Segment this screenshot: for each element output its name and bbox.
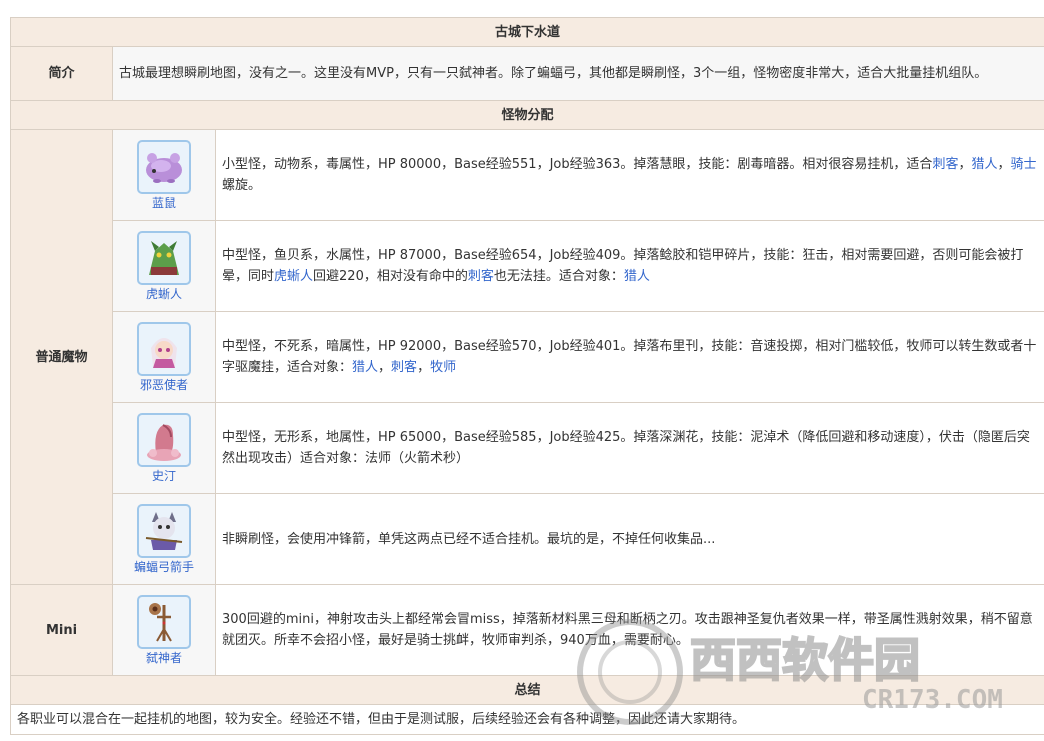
monster-description: 非瞬刷怪，会使用冲锋箭，单凭这两点已经不适合挂机。最坑的是，不掉任何收集品... (216, 494, 1044, 585)
monster-cell: 虎蜥人 (113, 221, 216, 312)
monster-name-link[interactable]: 邪恶使者 (113, 377, 215, 394)
monsters-section-row: 怪物分配 (11, 101, 1044, 130)
monster-cell: 蓝鼠 (113, 130, 216, 221)
monster-desc-text: 螺旋。 (222, 178, 261, 193)
job-link-priest[interactable]: 牧师 (430, 360, 456, 375)
intro-label: 简介 (11, 47, 113, 101)
job-link-assassin[interactable]: 刺客 (468, 269, 494, 284)
monster-row: 史汀 中型怪，无形系，地属性，HP 65000，Base经验585，Job经验4… (11, 403, 1044, 494)
monster-name-link[interactable]: 蝙蝠弓箭手 (113, 559, 215, 576)
summary-title: 总结 (11, 676, 1044, 705)
monster-desc-text: 中型怪，不死系，暗属性，HP 92000，Base经验570，Job经验401。… (222, 339, 1036, 375)
monster-row: 蝙蝠弓箭手 非瞬刷怪，会使用冲锋箭，单凭这两点已经不适合挂机。最坑的是，不掉任何… (11, 494, 1044, 585)
monsters-section-title: 怪物分配 (11, 101, 1044, 130)
monster-desc-text: ， (378, 360, 391, 375)
godslayer-icon[interactable] (137, 595, 191, 649)
stinger-slime-icon[interactable] (137, 413, 191, 467)
tiger-lizard-icon[interactable] (137, 231, 191, 285)
monster-description: 小型怪，动物系，毒属性，HP 80000，Base经验551，Job经验363。… (216, 130, 1044, 221)
summary-row: 各职业可以混合在一起挂机的地图，较为安全。经验还不错，但由于是测试服，后续经验还… (11, 705, 1044, 735)
monster-row: 虎蜥人 中型怪，鱼贝系，水属性，HP 87000，Base经验654，Job经验… (11, 221, 1044, 312)
monster-description: 中型怪，不死系，暗属性，HP 92000，Base经验570，Job经验401。… (216, 312, 1044, 403)
monster-desc-text: 非瞬刷怪，会使用冲锋箭，单凭这两点已经不适合挂机。最坑的是，不掉任何收集品... (222, 532, 715, 547)
monster-name-link[interactable]: 史汀 (113, 468, 215, 485)
monster-desc-text: 回避220，相对没有命中的 (313, 269, 468, 284)
intro-text: 古城最理想瞬刷地图，没有之一。这里没有MVP，只有一只弑神者。除了蝙蝠弓，其他都… (113, 47, 1044, 101)
monster-cell: 邪恶使者 (113, 312, 216, 403)
monster-desc-text: ， (997, 157, 1010, 172)
monster-desc-text: ， (417, 360, 430, 375)
job-link-knight[interactable]: 骑士 (1011, 157, 1037, 172)
monster-link-tiger-lizard[interactable]: 虎蜥人 (274, 269, 313, 284)
monster-description: 中型怪，无形系，地属性，HP 65000，Base经验585，Job经验425。… (216, 403, 1044, 494)
monster-desc-text: 也无法挂。适合对象： (494, 269, 624, 284)
page-title: 古城下水道 (11, 18, 1044, 47)
guide-page: 古城下水道 简介 古城最理想瞬刷地图，没有之一。这里没有MVP，只有一只弑神者。… (10, 17, 1044, 735)
mini-label: Mini (11, 585, 113, 676)
job-link-hunter[interactable]: 猎人 (624, 269, 650, 284)
blue-rat-icon[interactable] (137, 140, 191, 194)
summary-section-row: 总结 (11, 676, 1044, 705)
monster-description: 中型怪，鱼贝系，水属性，HP 87000，Base经验654，Job经验409。… (216, 221, 1044, 312)
monster-row: 普通魔物 蓝鼠 小型怪，动物系，毒属性，HP 80000，Base经验551，J… (11, 130, 1044, 221)
monster-desc-text: 小型怪，动物系，毒属性，HP 80000，Base经验551，Job经验363。… (222, 157, 932, 172)
evil-envoy-icon[interactable] (137, 322, 191, 376)
monster-cell: 蝙蝠弓箭手 (113, 494, 216, 585)
map-guide-table: 古城下水道 简介 古城最理想瞬刷地图，没有之一。这里没有MVP，只有一只弑神者。… (10, 17, 1044, 735)
job-link-hunter[interactable]: 猎人 (352, 360, 378, 375)
monster-name-link[interactable]: 弑神者 (113, 650, 215, 667)
monster-row: 邪恶使者 中型怪，不死系，暗属性，HP 92000，Base经验570，Job经… (11, 312, 1044, 403)
monster-cell: 弑神者 (113, 585, 216, 676)
monster-name-link[interactable]: 虎蜥人 (113, 286, 215, 303)
mini-description: 300回避的mini，神射攻击头上都经常会冒miss，掉落新材料黑三母和断柄之刃… (216, 585, 1044, 676)
job-link-assassin[interactable]: 刺客 (932, 157, 958, 172)
job-link-hunter[interactable]: 猎人 (971, 157, 997, 172)
monster-cell: 史汀 (113, 403, 216, 494)
summary-text: 各职业可以混合在一起挂机的地图，较为安全。经验还不错，但由于是测试服，后续经验还… (11, 705, 1044, 735)
bat-archer-icon[interactable] (137, 504, 191, 558)
job-link-assassin[interactable]: 刺客 (391, 360, 417, 375)
monster-name-link[interactable]: 蓝鼠 (113, 195, 215, 212)
monster-desc-text: ， (958, 157, 971, 172)
intro-row: 简介 古城最理想瞬刷地图，没有之一。这里没有MVP，只有一只弑神者。除了蝙蝠弓，… (11, 47, 1044, 101)
mini-row: Mini 弑神者 300回避的mini，神射攻击头上都经常会冒miss，掉落新材… (11, 585, 1044, 676)
title-row: 古城下水道 (11, 18, 1044, 47)
monster-desc-text: 中型怪，无形系，地属性，HP 65000，Base经验585，Job经验425。… (222, 430, 1030, 466)
normal-monsters-label: 普通魔物 (11, 130, 113, 585)
